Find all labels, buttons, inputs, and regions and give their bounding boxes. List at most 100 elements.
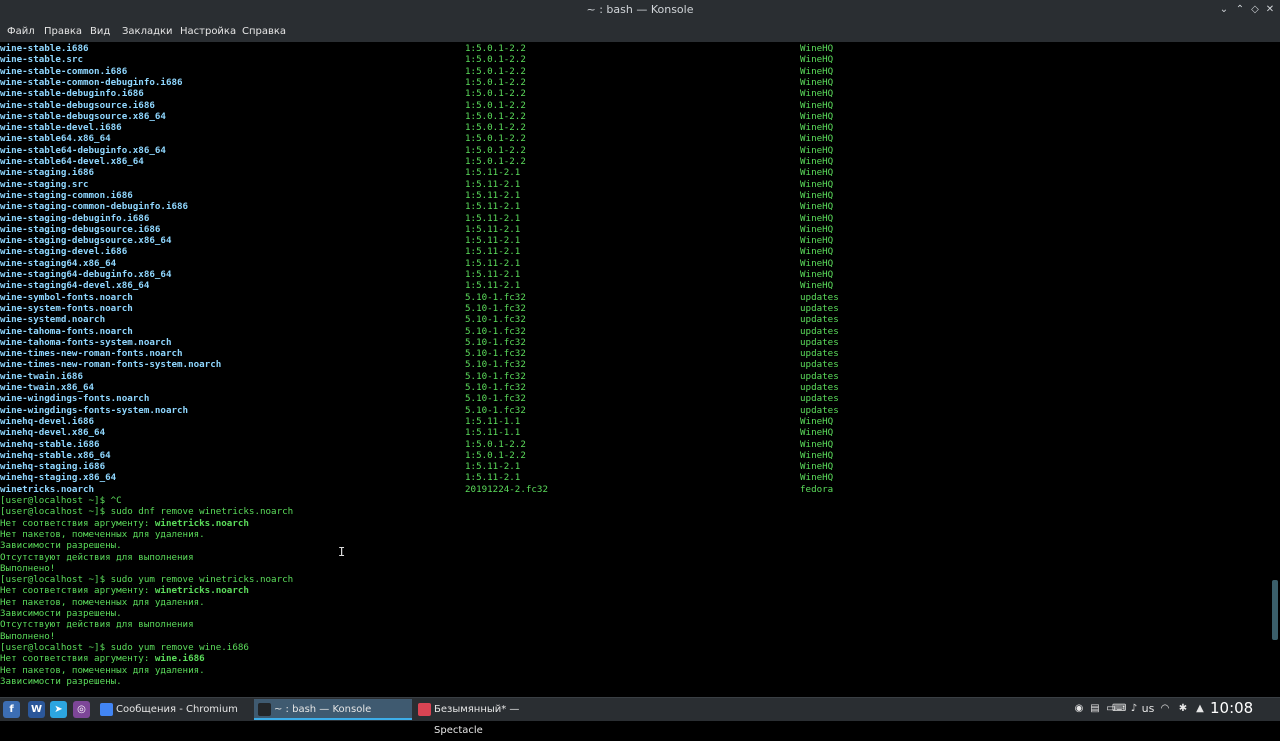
package-version: 1:5.0.1-2.2 [465,144,526,156]
keyboard-layout[interactable]: us [1140,702,1156,716]
package-repo: WineHQ [800,110,834,122]
output-line: Нет пакетов, помеченных для удаления. [0,665,205,676]
scrollbar-thumb[interactable] [1272,580,1278,640]
menu-bar: Файл Правка Вид Закладки Настройка Справ… [0,22,1280,42]
output-text: Нет пакетов, помеченных для удаления. [0,596,205,608]
package-repo: WineHQ [800,156,834,167]
package-repo: WineHQ [800,88,834,100]
package-repo: updates [800,291,839,303]
clipboard-icon[interactable]: ▤ [1088,702,1102,716]
terminal-scrollbar[interactable] [1270,42,1280,697]
package-name: wine-staging-debugsource.x86_64 [0,235,172,247]
task-chromium-icon [100,703,113,716]
package-version: 1:5.11-2.1 [465,246,521,258]
package-repo: updates [800,382,839,393]
package-repo: WineHQ [800,167,834,179]
package-name: wine-tahoma-fonts.noarch [0,325,133,337]
menu-settings[interactable]: Настройка [180,26,236,37]
package-version: 1:5.11-2.1 [465,235,521,247]
task-chromium[interactable]: Сообщения - Chromium [96,699,252,720]
fedora-menu-icon[interactable]: f [3,701,20,718]
menu-help[interactable]: Справка [242,26,286,37]
output-line: Нет пакетов, помеченных для удаления. [0,597,205,608]
close-icon[interactable]: ✕ [1264,4,1276,16]
task-spectacle-icon [418,703,431,716]
package-name: wine-wingdings-fonts.noarch [0,393,150,405]
output-text: Отсутствуют действия для выполнения [0,619,194,631]
package-name: winehq-devel.x86_64 [0,427,106,439]
package-name: wine-staging-devel.i686 [0,246,128,258]
window-title: ~ : bash — Konsole [586,3,694,16]
keep-above-icon[interactable]: ◇ [1249,4,1261,16]
expand-tray-icon[interactable]: ▲ [1193,702,1207,716]
package-version: 5.10-1.fc32 [465,336,526,348]
output-argument: wine.i686 [154,653,205,665]
package-version: 1:5.11-2.1 [465,178,521,190]
package-repo: WineHQ [800,122,834,134]
package-repo: fedora [800,483,834,495]
task-konsole[interactable]: ~ : bash — Konsole [254,699,412,720]
bluetooth-icon[interactable]: ✱ [1176,702,1190,716]
package-version: 5.10-1.fc32 [465,370,526,382]
package-name: wine-staging64-devel.x86_64 [0,280,150,292]
package-name: winehq-devel.i686 [0,415,95,427]
output-line: Отсутствуют действия для выполнения [0,552,194,563]
telegram-icon[interactable]: ➤ [50,701,67,718]
output-text: Выполнено! [0,562,56,574]
output-line: Выполнено! [0,563,55,574]
menu-file[interactable]: Файл [7,26,35,37]
clock[interactable]: 10:08 [1210,699,1253,717]
package-version: 5.10-1.fc32 [465,302,526,314]
task-spectacle[interactable]: Безымянный* — Spectacle [414,699,570,736]
maximize-icon[interactable]: ⌃ [1234,4,1246,16]
package-version: 5.10-1.fc32 [465,404,526,416]
package-version: 1:5.11-2.1 [465,472,521,484]
package-name: wine-staging.i686 [0,167,95,179]
package-name: wine-tahoma-fonts-system.noarch [0,336,172,348]
package-version: 5.10-1.fc32 [465,348,526,360]
output-line: Нет соответствия аргументу: wine.i686 [0,653,205,664]
output-text: Нет соответствия аргументу: [0,585,155,597]
package-repo: WineHQ [800,54,834,66]
package-name: wine-stable64-debuginfo.x86_64 [0,144,166,156]
keyboard-icon[interactable]: ⌨ [1112,702,1126,716]
package-repo: updates [800,348,839,360]
output-text: Нет соответствия аргументу: [0,517,155,529]
tray-badge-icon[interactable]: ◉ [1072,702,1086,716]
wifi-icon[interactable]: ◠ [1158,702,1172,716]
package-version: 5.10-1.fc32 [465,393,526,405]
package-repo: WineHQ [800,178,834,190]
package-repo: WineHQ [800,65,834,77]
output-line: [user@localhost ~]$ sudo yum remove wine… [0,574,293,585]
package-version: 1:5.0.1-2.2 [465,76,526,88]
window-titlebar[interactable]: ~ : bash — Konsole ⌄ ⌃ ◇ ✕ [0,0,1280,22]
output-line: Нет пакетов, помеченных для удаления. [0,529,205,540]
package-name: wine-stable-common.i686 [0,65,128,77]
package-name: wine-staging64-debuginfo.x86_64 [0,269,172,280]
package-version: 1:5.11-1.1 [465,415,521,427]
package-repo: WineHQ [800,257,834,269]
package-name: wine-stable64-devel.x86_64 [0,156,144,167]
output-line: Нет соответствия аргументу: winetricks.n… [0,585,249,596]
package-repo: WineHQ [800,269,834,280]
package-name: wine-staging64.x86_64 [0,257,117,269]
package-name: winetricks.noarch [0,483,95,495]
minimize-icon[interactable]: ⌄ [1218,4,1230,16]
output-text: Нет пакетов, помеченных для удаления. [0,664,205,676]
package-version: 5.10-1.fc32 [465,291,526,303]
package-name: wine-twain.i686 [0,370,83,382]
tor-browser-icon[interactable]: ◎ [73,701,90,718]
word-icon[interactable]: W [28,701,45,718]
menu-edit[interactable]: Правка [44,26,82,37]
volume-icon[interactable]: ♪ [1127,702,1141,716]
package-name: wine-stable64.x86_64 [0,133,111,145]
package-repo: updates [800,404,839,416]
terminal-output[interactable]: wine-stable.i686 1:5.0.1-2.2 WineHQ wine-st… [0,42,1270,697]
package-repo: updates [800,314,839,326]
menu-view[interactable]: Вид [90,26,110,37]
menu-bookmarks[interactable]: Закладки [122,26,173,37]
package-version: 1:5.0.1-2.2 [465,122,526,134]
output-line: [user@localhost ~]$ sudo yum remove wine… [0,642,249,653]
package-version: 1:5.0.1-2.2 [465,438,526,450]
package-name: wine-times-new-roman-fonts.noarch [0,348,183,360]
